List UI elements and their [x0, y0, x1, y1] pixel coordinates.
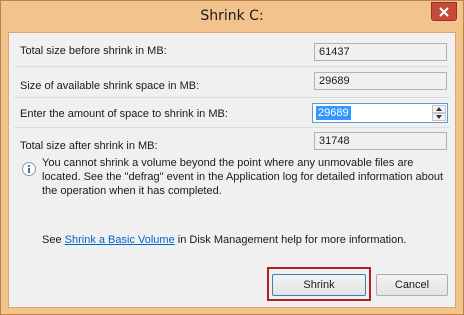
title-bar[interactable]: Shrink C:: [1, 1, 463, 32]
info-message: You cannot shrink a volume beyond the po…: [42, 157, 444, 197]
shrink-amount-label: Enter the amount of space to shrink in M…: [20, 108, 228, 120]
shrink-amount-spinbox[interactable]: 29689: [312, 103, 448, 123]
total-size-after-label: Total size after shrink in MB:: [20, 140, 158, 152]
info-icon: [22, 162, 36, 176]
close-icon: [439, 6, 449, 17]
shrink-button[interactable]: Shrink: [272, 274, 366, 296]
cancel-button[interactable]: Cancel: [376, 274, 448, 296]
window-title: Shrink C:: [200, 8, 264, 24]
available-shrink-space-value: 29689: [314, 72, 447, 90]
total-size-before-label: Total size before shrink in MB:: [20, 45, 167, 57]
total-size-before-value: 61437: [314, 43, 447, 61]
divider: [14, 66, 450, 67]
spin-down-button[interactable]: [432, 113, 446, 121]
shrink-basic-volume-link[interactable]: Shrink a Basic Volume: [65, 234, 175, 246]
help-suffix: in Disk Management help for more informa…: [174, 234, 407, 246]
help-prefix: See: [42, 234, 65, 246]
divider: [14, 97, 450, 98]
divider: [14, 127, 450, 128]
shrink-amount-input[interactable]: 29689: [316, 106, 351, 120]
chevron-up-icon: [436, 107, 442, 111]
total-size-after-value: 31748: [314, 132, 447, 150]
spin-buttons: [432, 105, 446, 121]
spin-up-button[interactable]: [432, 105, 446, 113]
help-text: See Shrink a Basic Volume in Disk Manage…: [42, 234, 406, 246]
close-button[interactable]: [431, 2, 457, 21]
available-shrink-space-label: Size of available shrink space in MB:: [20, 80, 200, 92]
shrink-dialog: Shrink C: Total size before shrink in MB…: [0, 0, 464, 315]
dialog-body: Total size before shrink in MB: 61437 Si…: [8, 32, 456, 308]
chevron-down-icon: [436, 115, 442, 119]
